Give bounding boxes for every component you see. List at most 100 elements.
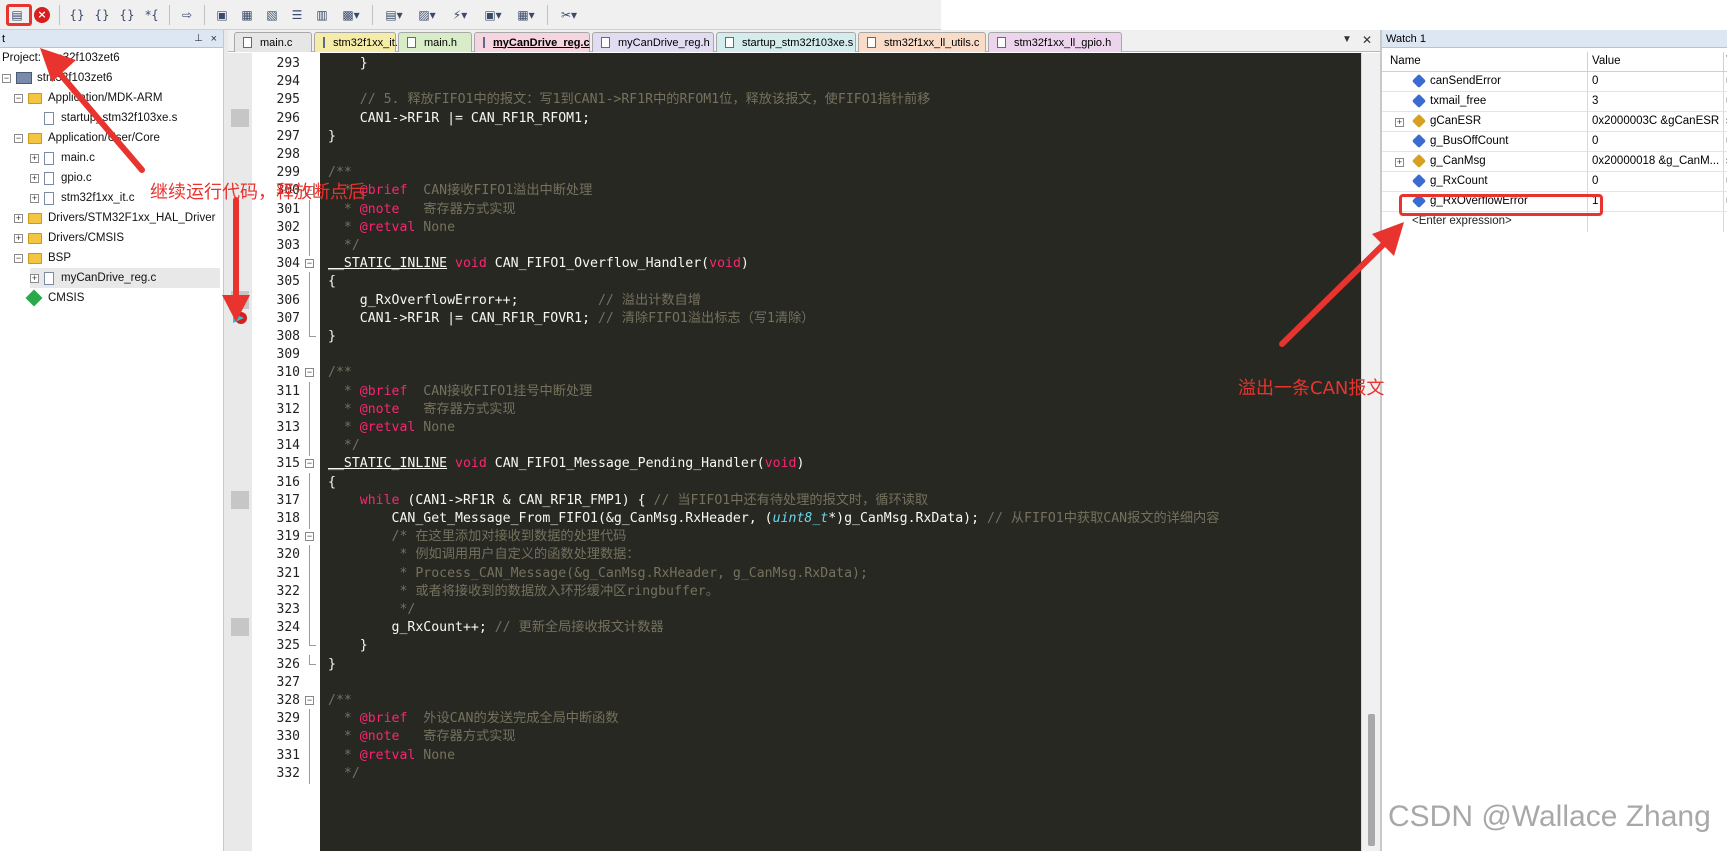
scrollbar-thumb[interactable] [1368,714,1375,846]
watch-value[interactable]: 0 [1592,175,1720,187]
tab-main-c[interactable]: main.c [234,32,312,52]
step-into-icon[interactable]: {} [66,4,88,26]
code-line[interactable]: * 例如调用用户自定义的函数处理数据： [328,545,639,565]
code-line[interactable]: } [328,636,368,656]
watch-value[interactable]: 1 [1592,195,1720,207]
tab-stm32f1xx-it-c[interactable]: stm32f1xx_it.c [314,32,403,52]
expand-toggle-icon[interactable]: + [30,153,39,163]
column-divider[interactable] [1587,52,1588,72]
code-line[interactable]: * @brief CAN接收FIFO1挂号中断处理 [328,382,592,402]
code-line[interactable]: /* 在这里添加对接收到数据的处理代码 [328,527,627,547]
expand-toggle-icon[interactable]: + [30,173,39,183]
step-over-icon[interactable]: {} [91,4,113,26]
col-name-header[interactable]: Name [1390,55,1421,67]
expand-toggle-icon[interactable]: − [14,93,23,103]
code-line[interactable]: * @retval None [328,746,455,766]
code-line[interactable]: } [328,655,336,675]
fold-toggle-icon[interactable]: − [305,532,314,542]
code-editor[interactable]: 293 294 295 296 297 298 299 300 301 302 303 304 305 3… [228,53,1361,851]
tree-item[interactable]: − BSP [14,248,71,268]
pin-icon[interactable]: ⊥ [194,33,203,44]
code-line[interactable]: */ [328,436,360,456]
fold-marker[interactable]: − [300,254,320,274]
code-line[interactable]: /** [328,363,352,383]
close-icon[interactable]: × [211,33,217,45]
tree-item[interactable]: − Application/User/Core [14,128,160,148]
code-line[interactable]: /** [328,691,352,711]
editor-scrollbar[interactable] [1361,53,1380,851]
code-line[interactable]: CAN1->RF1R |= CAN_RF1R_FOVR1; // 清除FIFO1… [328,309,815,329]
watch-value[interactable]: 0x2000003C &gCanESR [1592,115,1720,127]
tab-list-dropdown-icon[interactable]: ▼ [1342,34,1352,45]
fold-toggle-icon[interactable]: − [305,368,314,378]
fold-marker[interactable]: − [300,454,320,474]
watch-row[interactable]: g_BusOffCount0u [1382,132,1727,152]
trace-icon[interactable]: ▣▾ [478,4,508,26]
expand-toggle-icon[interactable]: − [14,133,23,143]
col-value-header[interactable]: Value [1592,55,1621,67]
code-line[interactable]: __STATIC_INLINE void CAN_FIFO1_Message_P… [328,454,804,474]
fold-toggle-icon[interactable]: − [305,459,314,469]
code-line[interactable]: } [328,327,336,347]
breakpoint-margin[interactable] [228,53,252,851]
column-divider[interactable] [1723,52,1724,72]
code-line[interactable]: } [328,54,368,74]
tab-mycandrive-reg-c[interactable]: myCanDrive_reg.c [474,32,590,52]
watch-row[interactable]: g_RxCount0u [1382,172,1727,192]
code-line[interactable]: CAN_Get_Message_From_FIFO1(&g_CanMsg.RxH… [328,509,1220,529]
tree-item[interactable]: + Drivers/CMSIS [14,228,124,248]
tab-stm32f1xx-ll-utils-c[interactable]: stm32f1xx_ll_utils.c [858,32,986,52]
code-line[interactable]: * @brief 外设CAN的发送完成全局中断函数 [328,709,619,729]
tree-item[interactable]: + myCanDrive_reg.c [30,268,220,288]
fold-toggle-icon[interactable]: − [305,259,314,269]
code-line[interactable]: CAN1->RF1R |= CAN_RF1R_RFOM1; [328,109,590,129]
fold-toggle-icon[interactable]: − [305,696,314,705]
code-line[interactable]: } [328,127,336,147]
memory-icon[interactable]: ▤▾ [379,4,409,26]
expand-toggle-icon[interactable]: + [1395,158,1404,167]
code-line[interactable]: while (CAN1->RF1R & CAN_RF1R_FMP1) { // … [328,491,928,511]
analysis-icon[interactable]: ⚡▾ [445,4,475,26]
code-line[interactable]: { [328,473,336,493]
tree-item[interactable]: startup_stm32f103xe.s [30,108,177,128]
tab-mycandrive-reg-h[interactable]: myCanDrive_reg.h [592,32,714,52]
code-line[interactable]: g_RxOverflowError++; // 溢出计数自增 [328,291,701,311]
code-line[interactable]: * 或者将接收到的数据放入环形缓冲区ringbuffer。 [328,582,718,602]
tab-main-h[interactable]: main.h [398,32,472,52]
code-line[interactable]: g_RxCount++; // 更新全局接收报文计数器 [328,618,664,638]
code-line[interactable]: { [328,272,336,292]
watch-row[interactable]: canSendError0u [1382,72,1727,92]
serial-icon[interactable]: ▨▾ [412,4,442,26]
registers-icon[interactable]: ☰ [286,4,308,26]
expand-toggle-icon[interactable]: + [30,273,39,283]
expand-toggle-icon[interactable]: + [14,213,23,223]
code-line[interactable]: __STATIC_INLINE void CAN_FIFO1_Overflow_… [328,254,749,274]
tree-item[interactable]: + gpio.c [30,168,92,188]
tree-item[interactable]: + stm32f1xx_it.c [30,188,135,208]
code-line[interactable]: * @note 寄存器方式实现 [328,400,516,420]
watch-value[interactable]: 0 [1592,135,1720,147]
tab-startup-stm32f103xe-s[interactable]: startup_stm32f103xe.s [716,32,856,52]
show-next-statement-icon[interactable]: ⇨ [176,4,198,26]
disassembly-icon[interactable]: ▦ [236,4,258,26]
code-line[interactable]: * @retval None [328,418,455,438]
run-to-cursor-icon[interactable]: *{ [141,4,163,26]
watch-value[interactable]: 0x20000018 &g_CanM... [1592,155,1720,167]
command-window-icon[interactable]: ▣ [211,4,233,26]
code-line[interactable]: */ [328,600,415,620]
step-out-icon[interactable]: {} [116,4,138,26]
stop-icon[interactable]: × [31,4,53,26]
watch-row[interactable]: +g_CanMsg0x20000018 &g_CanM...s [1382,152,1727,172]
fold-marker[interactable]: − [300,691,320,711]
symbols-icon[interactable]: ▧ [261,4,283,26]
fold-marker[interactable]: − [300,363,320,383]
tree-item[interactable]: − Application/MDK-ARM [14,88,162,108]
watch-value[interactable]: 0 [1592,75,1720,87]
fold-marker[interactable]: − [300,527,320,547]
code-line[interactable]: * @retval None [328,218,455,238]
watch-row[interactable]: +gCanESR0x2000003C &gCanESRs [1382,112,1727,132]
expand-toggle-icon[interactable]: − [14,253,23,263]
watch-row[interactable]: txmail_free3u [1382,92,1727,112]
enter-expression-input[interactable]: <Enter expression> [1412,215,1512,227]
tree-item[interactable]: CMSIS [14,288,84,308]
